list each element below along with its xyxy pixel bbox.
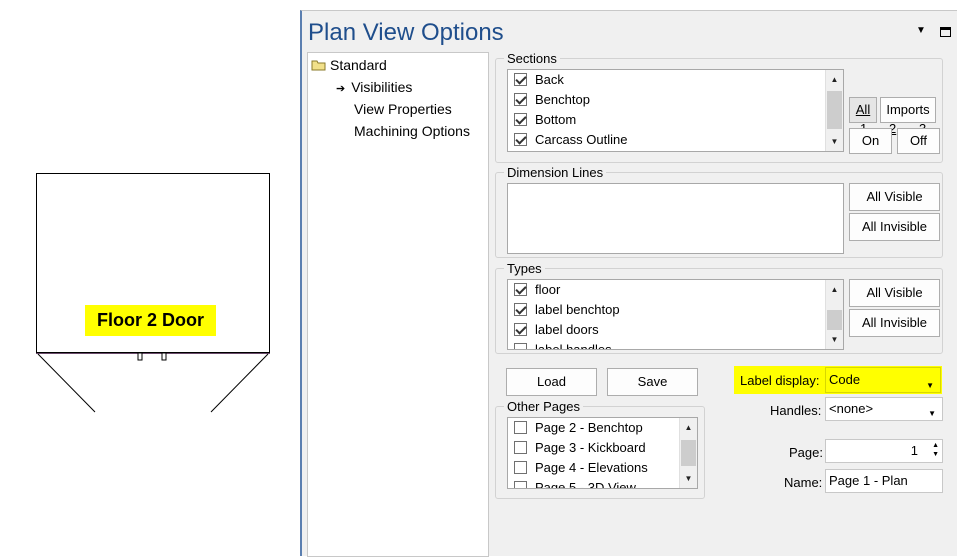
sections-list[interactable]: Back Benchtop Bottom Carcass Outline ▲ ▼ (507, 69, 844, 152)
other-pages-group: Other Pages Page 2 - Benchtop Page 3 - K… (495, 399, 705, 499)
label-display-label: Label display: (740, 373, 820, 388)
checkbox[interactable] (514, 113, 527, 126)
drawing-canvas[interactable]: Floor 2 Door (0, 0, 300, 556)
checkbox[interactable] (514, 73, 527, 86)
scroll-up-icon[interactable]: ▲ (826, 71, 843, 88)
list-item-label: Back (535, 72, 564, 87)
other-pages-legend: Other Pages (504, 399, 583, 414)
panel-title: Plan View Options (308, 19, 504, 46)
checkbox[interactable] (514, 133, 527, 146)
label-display-select[interactable]: Code ▼ (825, 367, 941, 393)
checkbox[interactable] (514, 93, 527, 106)
types-legend: Types (504, 261, 545, 276)
list-item[interactable]: label doors (514, 322, 599, 342)
types-list[interactable]: floor label benchtop label doors label h… (507, 279, 844, 350)
scroll-thumb[interactable] (827, 310, 842, 330)
other-pages-list[interactable]: Page 2 - Benchtop Page 3 - Kickboard Pag… (507, 417, 698, 489)
stepper-arrows-icon[interactable]: ▲ ▼ (932, 441, 939, 459)
handles-value: <none> (829, 401, 874, 416)
scrollbar[interactable]: ▲ ▼ (679, 418, 697, 488)
list-item-label: Page 5 - 3D View (535, 480, 636, 489)
list-item-label: Page 2 - Benchtop (535, 420, 643, 435)
chevron-down-icon: ▼ (926, 381, 934, 390)
list-item[interactable]: label benchtop (514, 302, 620, 322)
name-field[interactable]: Page 1 - Plan (825, 469, 943, 493)
list-item[interactable]: Back (514, 72, 564, 92)
tree-root-label: Standard (330, 57, 387, 73)
options-tree: Standard ➔ Visibilities View Properties M… (307, 52, 489, 557)
checkbox[interactable] (514, 441, 527, 454)
page-value: 1 (910, 443, 918, 458)
list-item-label: Carcass Outline (535, 132, 628, 147)
tree-item-machining-options[interactable]: Machining Options (354, 123, 470, 139)
checkbox[interactable] (514, 421, 527, 434)
checkbox[interactable] (514, 303, 527, 316)
handles-select[interactable]: <none> ▼ (825, 397, 943, 421)
scroll-thumb[interactable] (827, 91, 842, 129)
checkbox[interactable] (514, 283, 527, 296)
dimension-lines-legend: Dimension Lines (504, 165, 607, 180)
maximize-icon[interactable] (940, 27, 951, 37)
dimension-all-invisible-button[interactable]: All Invisible (849, 213, 940, 241)
checkbox[interactable] (514, 343, 527, 349)
scroll-up-icon[interactable]: ▲ (826, 281, 843, 298)
tree-item-visibilities[interactable]: ➔ Visibilities (336, 79, 412, 95)
handles-label: Handles: (770, 403, 822, 418)
page-label: Page: (789, 445, 823, 460)
list-item-label: Bottom (535, 112, 577, 127)
on-button[interactable]: On (849, 128, 892, 154)
list-item-label: label handles (535, 342, 612, 350)
sections-group: Sections Back Benchtop Bottom Carcass Ou… (495, 51, 943, 163)
tree-root-standard[interactable]: Standard (311, 57, 387, 73)
save-button[interactable]: Save (607, 368, 698, 396)
tree-item-view-properties[interactable]: View Properties (354, 101, 452, 117)
load-button[interactable]: Load (506, 368, 597, 396)
list-item[interactable]: label handles (514, 342, 612, 350)
label-display-value: Code (829, 372, 861, 387)
types-group: Types floor label benchtop label doors l… (495, 261, 943, 354)
list-item-label: label benchtop (535, 302, 620, 317)
list-item[interactable]: Page 5 - 3D View (514, 480, 636, 489)
door-swing-lines (37, 352, 269, 413)
dimension-lines-list[interactable] (507, 183, 844, 254)
scrollbar[interactable]: ▲ ▼ (825, 280, 843, 349)
list-item[interactable]: Benchtop (514, 92, 590, 112)
plan-view-options-panel: Plan View Options ▼ Standard ➔ Visibiliti… (300, 10, 957, 557)
dimension-all-visible-button[interactable]: All Visible (849, 183, 940, 211)
list-item-label: Benchtop (535, 92, 590, 107)
scrollbar[interactable]: ▲ ▼ (825, 70, 843, 151)
list-item[interactable]: Bottom (514, 112, 576, 132)
types-all-visible-button[interactable]: All Visible (849, 279, 940, 307)
types-all-invisible-button[interactable]: All Invisible (849, 309, 940, 337)
list-item-label: Page 3 - Kickboard (535, 440, 646, 455)
checkbox[interactable] (514, 481, 527, 488)
imports-button[interactable]: Imports (880, 97, 936, 123)
list-item[interactable]: Page 2 - Benchtop (514, 420, 643, 440)
list-item-label: Page 4 - Elevations (535, 460, 648, 475)
scroll-down-icon[interactable]: ▼ (826, 133, 843, 150)
list-item[interactable]: Page 4 - Elevations (514, 460, 648, 480)
list-item-label: floor (535, 282, 561, 297)
list-item[interactable]: Page 3 - Kickboard (514, 440, 646, 460)
scroll-down-icon[interactable]: ▼ (826, 331, 843, 348)
checkbox[interactable] (514, 461, 527, 474)
list-item[interactable]: Carcass Outline (514, 132, 628, 151)
panel-menu-chevron-icon[interactable]: ▼ (916, 25, 926, 36)
list-item-label: label doors (535, 322, 599, 337)
chevron-down-icon: ▼ (928, 409, 936, 418)
checkbox[interactable] (514, 323, 527, 336)
list-item[interactable]: floor (514, 282, 560, 302)
scroll-thumb[interactable] (681, 440, 696, 466)
name-label: Name: (784, 475, 823, 490)
all-button[interactable]: All (849, 97, 877, 123)
sections-legend: Sections (504, 51, 560, 66)
tree-item-label: Visibilities (351, 79, 413, 95)
off-button[interactable]: Off (897, 128, 940, 154)
dimension-lines-group: Dimension Lines All Visible All Invisibl… (495, 165, 943, 258)
scroll-down-icon[interactable]: ▼ (680, 470, 697, 487)
arrow-right-icon: ➔ (336, 83, 346, 95)
folder-icon (311, 60, 326, 71)
scroll-up-icon[interactable]: ▲ (680, 419, 697, 436)
page-stepper[interactable]: 1 ▲ ▼ (825, 439, 943, 463)
